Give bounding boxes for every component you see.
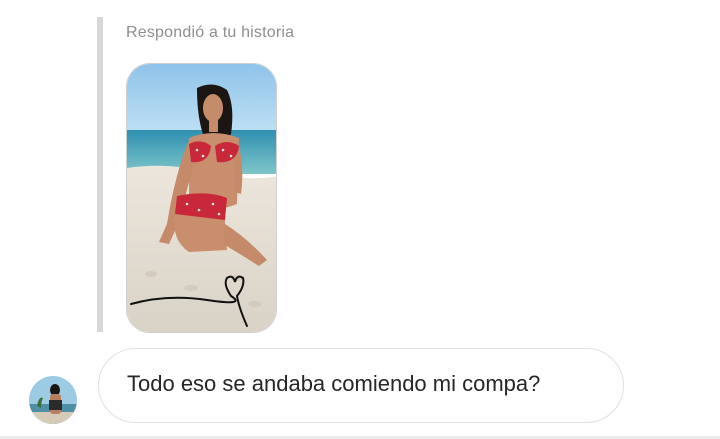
chat-thread: Respondió a tu historia Todo eso se anda…	[0, 0, 720, 439]
user-avatar-photo	[29, 376, 77, 424]
beach-story-photo	[127, 64, 276, 332]
message-bubble[interactable]: Todo eso se andaba comiendo mi compa?	[98, 348, 624, 423]
avatar[interactable]	[29, 376, 77, 424]
story-preview-thumbnail[interactable]	[126, 63, 277, 333]
message-text: Todo eso se andaba comiendo mi compa?	[127, 371, 541, 396]
reply-context-label: Respondió a tu historia	[126, 24, 295, 41]
reply-quote-bar	[97, 17, 103, 332]
